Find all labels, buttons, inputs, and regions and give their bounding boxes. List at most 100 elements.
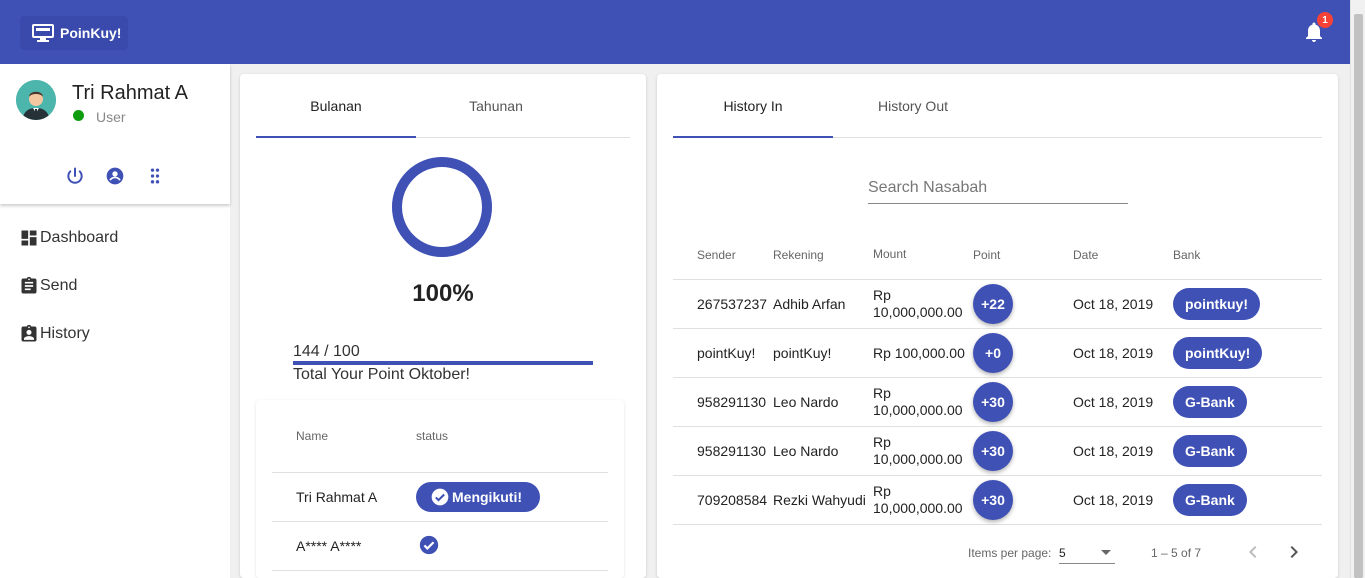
page-range-label: 1 – 5 of 7 [1151, 546, 1202, 560]
point-button[interactable]: +30 [973, 480, 1013, 520]
bank-button[interactable]: G-Bank [1173, 386, 1247, 418]
column-header-rekening: Rekening [773, 247, 824, 262]
bank-button[interactable]: G-Bank [1173, 484, 1247, 516]
sidebar-item-history[interactable]: History [0, 310, 230, 358]
sidebar-nav: Dashboard Send History [0, 214, 230, 358]
table-row: 958291130 Leo Nardo Rp 10,000,000.00 +30… [673, 427, 1322, 476]
tab-tahunan[interactable]: Tahunan [416, 74, 576, 137]
sidebar-item-dashboard[interactable]: Dashboard [0, 214, 230, 262]
sender-cell: 709208584 [697, 492, 768, 508]
point-button[interactable]: +30 [973, 382, 1013, 422]
date-cell: Oct 18, 2019 [1073, 443, 1154, 459]
point-button[interactable]: +22 [973, 284, 1013, 324]
point-cell: +22 [973, 284, 1073, 324]
status-cell: Mengikuti! [416, 482, 608, 512]
account-circle-icon[interactable] [104, 165, 126, 187]
tab-history-out[interactable]: History Out [833, 74, 993, 137]
scrollbar-thumb[interactable] [1354, 14, 1363, 578]
sender-cell: pointKuy! [697, 345, 756, 361]
tab-bulanan[interactable]: Bulanan [256, 74, 416, 138]
apps-icon[interactable] [144, 165, 166, 187]
chevron-left-icon[interactable] [1241, 540, 1265, 564]
tab-history-in[interactable]: History In [673, 74, 833, 138]
bank-button[interactable]: G-Bank [1173, 435, 1247, 467]
points-progress-text: 144 / 100 [293, 343, 360, 360]
online-status-dot [73, 110, 84, 121]
column-header-status: status [416, 429, 449, 443]
history-tabs: History In History Out [673, 74, 1322, 138]
table-header: Name status [272, 400, 608, 473]
date-cell: Oct 18, 2019 [1073, 296, 1154, 312]
user-name: Tri Rahmat A [72, 82, 188, 104]
avatar [16, 80, 56, 120]
rekening-cell: Leo Nardo [773, 394, 839, 410]
period-tabs: Bulanan Tahunan [256, 74, 630, 138]
mount-cell: Rp 10,000,000.00 [873, 483, 963, 516]
points-caption: Total Your Point Oktober! [293, 366, 470, 383]
participant-name: Tri Rahmat A [296, 489, 378, 505]
table-row: 709208584 Rezki Wahyudi Rp 10,000,000.00… [673, 476, 1322, 525]
status-cell [416, 534, 608, 559]
bank-cell: pointkuy! [1173, 288, 1297, 320]
chevron-down-icon [1101, 550, 1111, 555]
search-input[interactable] [868, 174, 1128, 202]
sidebar: Tri Rahmat A User Dashboard Send History [0, 64, 230, 578]
power-icon[interactable] [64, 165, 86, 187]
progress-percent: 100% [412, 280, 474, 307]
follow-button[interactable]: Mengikuti! [416, 482, 540, 512]
table-row: 267537237 Adhib Arfan Rp 10,000,000.00 +… [673, 280, 1322, 329]
table-row: Tri Rahmat A Mengikuti! [272, 473, 608, 522]
table-row: pointKuy! pointKuy! Rp 100,000.00 +0 Oct… [673, 329, 1322, 378]
table-row: 958291130 Leo Nardo Rp 10,000,000.00 +30… [673, 378, 1322, 427]
bank-cell: pointKuy! [1173, 337, 1297, 369]
participants-card: Name status Tri Rahmat A Mengikuti! A***… [256, 400, 624, 578]
sidebar-item-label: Send [40, 277, 78, 294]
bank-cell: G-Bank [1173, 435, 1297, 467]
badge-icon [18, 323, 40, 345]
profile-card: Tri Rahmat A User [0, 64, 230, 204]
bank-button[interactable]: pointKuy! [1173, 337, 1263, 369]
sidebar-item-label: Dashboard [40, 229, 119, 246]
point-button[interactable]: +30 [973, 431, 1013, 471]
profile-actions [64, 165, 166, 187]
bank-cell: G-Bank [1173, 484, 1297, 516]
history-table: Sender Rekening Mount Point Date Bank 26… [673, 230, 1322, 525]
rekening-cell: Rezki Wahyudi [773, 492, 866, 508]
participants-table: Name status Tri Rahmat A Mengikuti! A***… [272, 400, 608, 571]
rekening-cell: pointKuy! [773, 345, 832, 361]
sender-cell: 958291130 [697, 394, 767, 410]
mount-cell: Rp 10,000,000.00 [873, 385, 963, 418]
paginator: Items per page: 5 1 – 5 of 7 [657, 536, 1338, 568]
bank-button[interactable]: pointkuy! [1173, 288, 1260, 320]
date-cell: Oct 18, 2019 [1073, 345, 1154, 361]
table-row: A**** A**** [272, 522, 608, 571]
points-summary-card: Bulanan Tahunan 100% 144 / 100 Total You… [240, 74, 646, 578]
items-per-page-select[interactable]: 5 [1059, 540, 1115, 564]
point-cell: +30 [973, 431, 1073, 471]
column-header-date: Date [1073, 247, 1099, 262]
monitor-icon [32, 24, 54, 42]
page-scrollbar[interactable] [1350, 0, 1365, 578]
notification-badge: 1 [1317, 12, 1333, 28]
sidebar-item-send[interactable]: Send [0, 262, 230, 310]
participant-name: A**** A**** [296, 538, 362, 554]
point-cell: +0 [973, 333, 1073, 373]
follow-label: Mengikuti! [452, 489, 522, 505]
column-header-sender: Sender [697, 247, 736, 262]
date-cell: Oct 18, 2019 [1073, 394, 1154, 410]
column-header-point: Point [973, 247, 1001, 262]
dashboard-icon [18, 227, 40, 249]
point-button[interactable]: +0 [973, 333, 1013, 373]
sidebar-item-label: History [40, 325, 90, 342]
points-progress-fill [293, 361, 593, 365]
chevron-right-icon[interactable] [1282, 540, 1306, 564]
column-header-mount: Mount [873, 247, 907, 261]
bank-cell: G-Bank [1173, 386, 1297, 418]
history-card: History In History Out Sender Rekening M… [657, 74, 1338, 578]
brand-button[interactable]: PoinKuy! [20, 16, 128, 50]
progress-ring [392, 157, 492, 257]
date-cell: Oct 18, 2019 [1073, 492, 1154, 508]
column-header-name: Name [296, 429, 329, 443]
sender-cell: 958291130 [697, 443, 767, 459]
mount-cell: Rp 100,000.00 [873, 344, 965, 361]
